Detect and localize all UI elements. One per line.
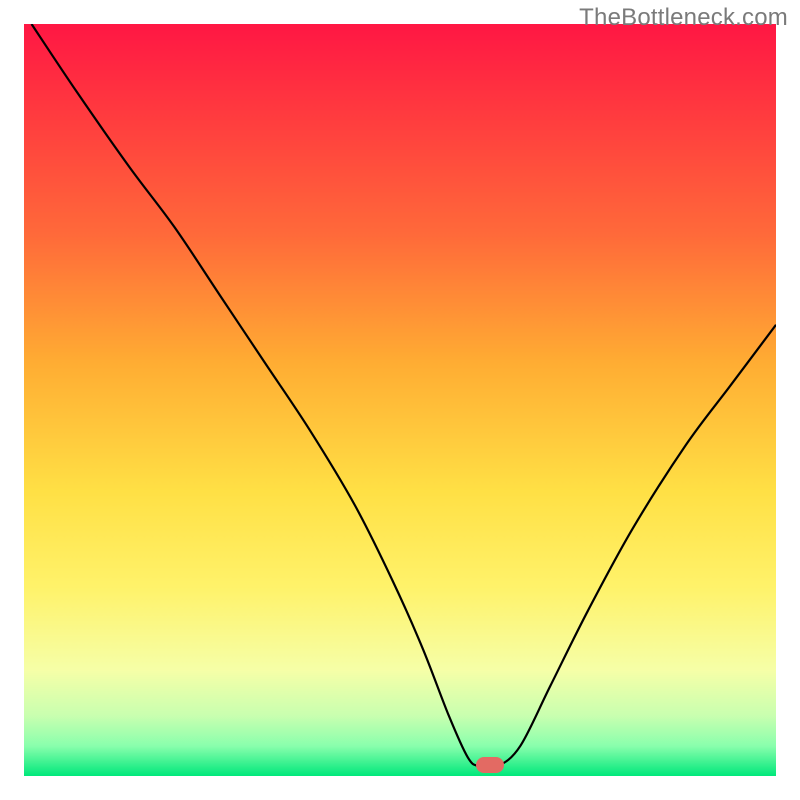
curve-svg xyxy=(24,24,776,776)
plot-area xyxy=(24,24,776,776)
chart-container: TheBottleneck.com xyxy=(0,0,800,800)
bottleneck-curve-path xyxy=(32,24,776,768)
optimal-point-marker xyxy=(476,757,504,773)
watermark-text: TheBottleneck.com xyxy=(579,4,788,32)
